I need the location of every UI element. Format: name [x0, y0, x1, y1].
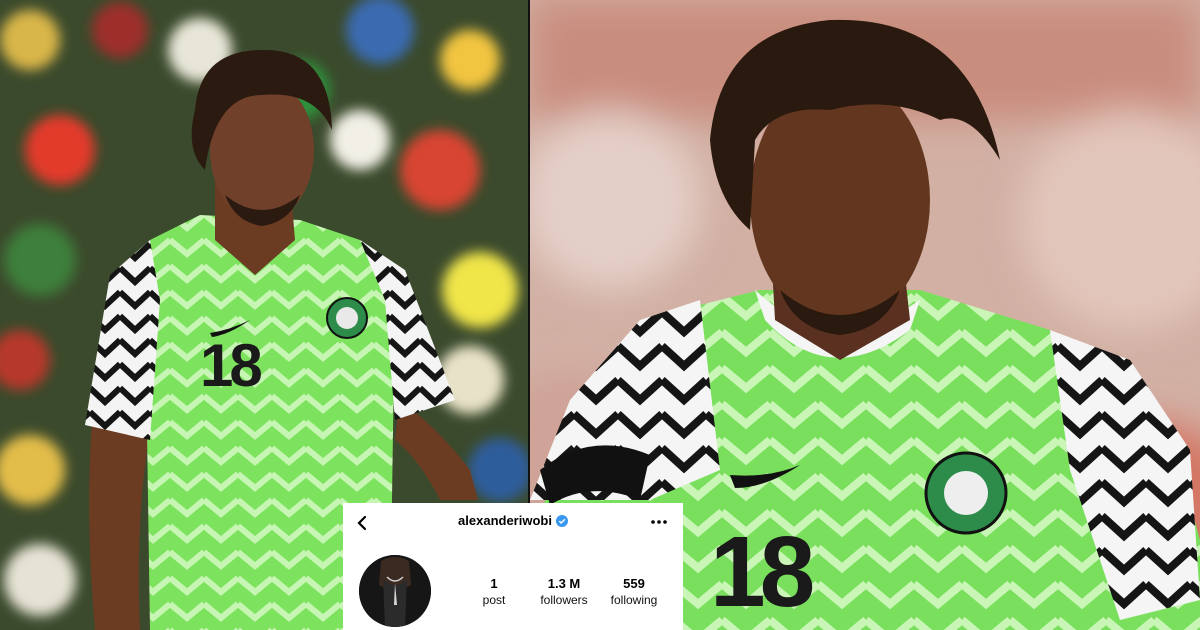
- instagram-profile-card: alexanderiwobi 1 post 1.3 M followers 55…: [343, 503, 683, 630]
- verified-badge-icon: [555, 515, 568, 527]
- followers-stat[interactable]: 1.3 M followers: [524, 576, 604, 608]
- profile-header: alexanderiwobi: [343, 513, 683, 529]
- following-stat[interactable]: 559 following: [594, 576, 674, 608]
- username: alexanderiwobi: [458, 513, 552, 528]
- jersey-number-right: 18: [710, 516, 815, 628]
- following-count: 559: [623, 576, 645, 591]
- avatar[interactable]: [359, 555, 431, 627]
- posts-label: post: [482, 593, 506, 607]
- followers-label: followers: [540, 593, 588, 607]
- posts-stat[interactable]: 1 post: [454, 576, 534, 608]
- posts-count: 1: [490, 576, 498, 591]
- following-label: following: [610, 593, 658, 607]
- jersey-number-left: 18: [200, 332, 263, 399]
- more-options-button[interactable]: [649, 513, 669, 531]
- followers-count: 1.3 M: [547, 576, 581, 591]
- avatar-image: [359, 555, 431, 627]
- more-dots-icon: [651, 520, 667, 524]
